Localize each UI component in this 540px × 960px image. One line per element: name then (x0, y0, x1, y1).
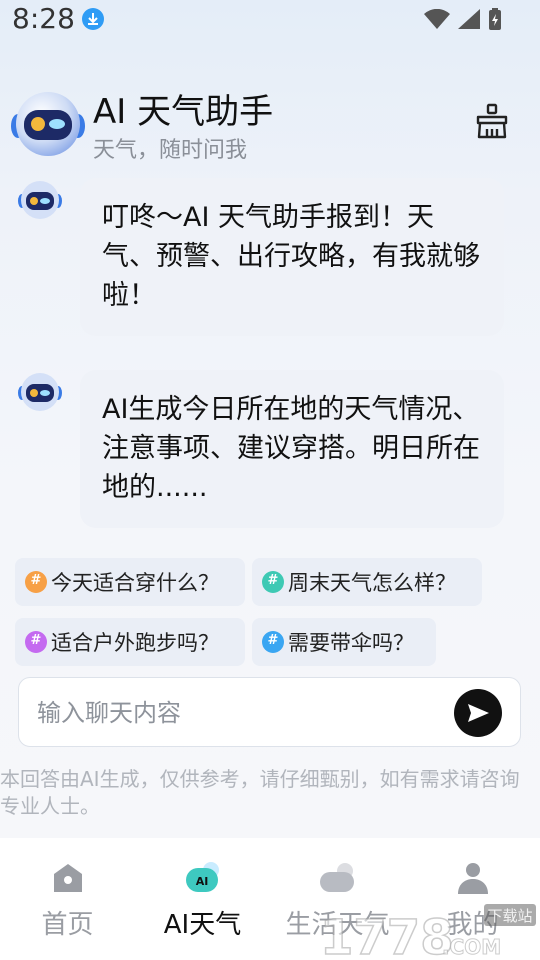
send-icon (468, 704, 489, 722)
hashtag-icon: # (25, 631, 47, 653)
page-subtitle: 天气，随时问我 (93, 138, 248, 163)
tab-label: AI天气 (163, 910, 242, 940)
svg-text:下载站: 下载站 (487, 907, 532, 925)
ai-disclaimer: 本回答由AI生成，仅供参考，请仔细甄别，如有需求请咨询专业人士。 (0, 767, 520, 818)
home-icon (53, 864, 82, 892)
ai-icon: AI (185, 862, 219, 892)
svg-text:1778: 1778 (320, 910, 454, 960)
suggestion-chip[interactable]: # 需要带伞吗？ (252, 618, 436, 666)
hashtag-icon: # (262, 631, 284, 653)
battery-icon (489, 8, 501, 30)
clear-chat-icon[interactable] (473, 102, 511, 140)
send-button[interactable] (454, 689, 502, 737)
tab-home[interactable]: 首页 (0, 838, 135, 960)
svg-text:AI: AI (195, 875, 208, 888)
status-time: 8:28 (12, 2, 75, 35)
page-title: AI 天气助手 (93, 92, 274, 132)
chat-input[interactable]: 输入聊天内容 (18, 677, 521, 747)
suggestion-label: 周末天气怎么样？ (288, 571, 456, 595)
suggestion-chip[interactable]: # 适合户外跑步吗？ (15, 618, 245, 666)
suggestion-label: 适合户外跑步吗？ (51, 631, 219, 655)
header: AI 天气助手 天气，随时问我 (0, 80, 540, 170)
message-bubble: 叮咚～AI 天气助手报到！天气、预警、出行攻略，有我就够啦！ (80, 178, 504, 336)
suggestion-label: 今天适合穿什么？ (51, 571, 219, 595)
robot-avatar (11, 92, 85, 156)
download-icon (82, 8, 104, 30)
tab-label: 首页 (41, 910, 94, 940)
robot-avatar-small (18, 373, 62, 411)
suggestion-label: 需要带伞吗？ (288, 631, 414, 655)
robot-avatar-small (18, 181, 62, 219)
tab-ai-weather[interactable]: AI AI天气 (135, 838, 270, 960)
chat-input-placeholder: 输入聊天内容 (37, 699, 181, 727)
svg-text:.COM: .COM (442, 935, 501, 959)
hashtag-icon: # (25, 571, 47, 593)
suggestion-chip[interactable]: # 周末天气怎么样？ (252, 558, 482, 606)
site-watermark-logo: 1778 .COM 下载站 (319, 904, 536, 960)
suggestion-chip[interactable]: # 今天适合穿什么？ (15, 558, 245, 606)
message-bubble: AI生成今日所在地的天气情况、注意事项、建议穿搭。明日所在地的...... (80, 370, 504, 528)
hashtag-icon: # (262, 571, 284, 593)
wifi-icon (424, 9, 450, 29)
signal-icon (458, 9, 480, 29)
status-bar: 8:28 (0, 0, 540, 44)
